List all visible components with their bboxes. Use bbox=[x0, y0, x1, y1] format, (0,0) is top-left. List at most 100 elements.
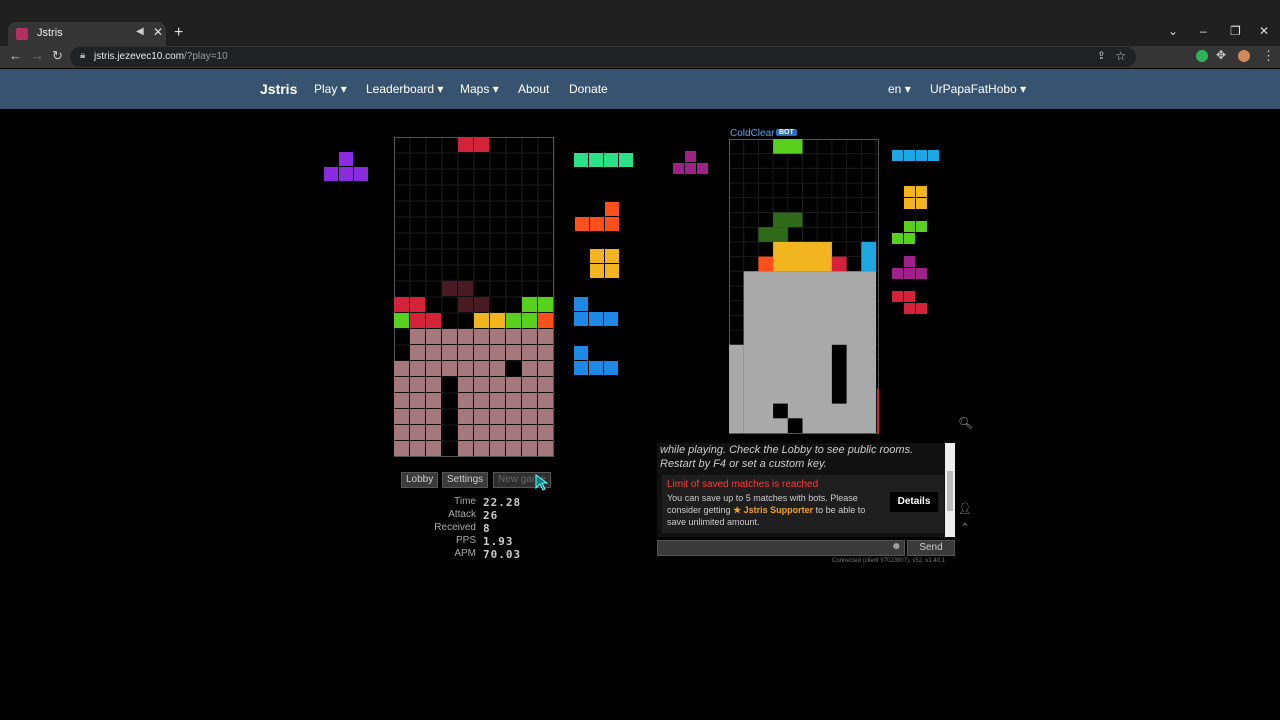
minimize-icon[interactable]: – bbox=[1200, 24, 1207, 38]
profile-avatar[interactable] bbox=[1238, 50, 1250, 62]
block bbox=[773, 241, 832, 272]
new-tab-icon[interactable]: + bbox=[174, 24, 183, 42]
bot-hold-piece bbox=[673, 151, 708, 174]
emoji-icon[interactable]: ☻ bbox=[891, 541, 902, 552]
nav-leaderboard-label: Leaderboard bbox=[366, 82, 435, 96]
mino-T bbox=[685, 151, 696, 162]
mino-S bbox=[892, 233, 903, 244]
mino-T bbox=[324, 167, 338, 181]
forward-icon[interactable]: → bbox=[31, 48, 44, 63]
nav-about[interactable]: About bbox=[518, 82, 549, 96]
caret-down-icon: ▾ bbox=[492, 82, 499, 96]
stat-label: APM bbox=[454, 548, 476, 559]
nav-user-menu[interactable]: UrPapaFatHobo ▾ bbox=[930, 82, 1026, 96]
back-icon[interactable]: ← bbox=[9, 48, 22, 63]
block bbox=[490, 313, 505, 328]
mino-J bbox=[589, 312, 603, 326]
site-brand[interactable]: Jstris bbox=[260, 81, 297, 97]
nav-leaderboard[interactable]: Leaderboard ▾ bbox=[366, 82, 443, 96]
nav-language[interactable]: en ▾ bbox=[888, 82, 911, 96]
mino-I bbox=[604, 153, 618, 167]
mino-O bbox=[916, 198, 927, 209]
mino-I bbox=[574, 153, 588, 167]
garbage-block bbox=[410, 345, 425, 360]
mino-T bbox=[892, 268, 903, 279]
scrollbar-thumb[interactable] bbox=[947, 471, 953, 511]
mino-Z bbox=[892, 291, 903, 302]
mino-T bbox=[697, 163, 708, 174]
nav-play-label: Play bbox=[314, 82, 338, 96]
stat-value: 1.93 bbox=[483, 535, 514, 548]
garbage-block bbox=[538, 361, 553, 376]
browser-menu-icon[interactable]: ⋮ bbox=[1262, 48, 1275, 64]
mino-O bbox=[916, 186, 927, 197]
bookmark-star-icon[interactable]: ☆ bbox=[1115, 49, 1126, 63]
nav-maps-label: Maps bbox=[460, 82, 490, 96]
chat-scrollbar[interactable] bbox=[945, 443, 955, 537]
settings-button[interactable]: Settings bbox=[442, 472, 489, 488]
garbage-block bbox=[474, 361, 489, 376]
garbage-block bbox=[426, 329, 441, 344]
garbage-block bbox=[506, 409, 521, 424]
stat-label: Time bbox=[454, 496, 476, 507]
address-bar[interactable]: 🔒︎ jstris.jezevec10.com/?play=10 ⇪ ☆ bbox=[70, 47, 1136, 67]
chat-input[interactable] bbox=[657, 540, 905, 556]
tab-search-icon[interactable]: ⌄ bbox=[1168, 24, 1178, 38]
mino-T bbox=[904, 256, 915, 267]
garbage-block bbox=[522, 425, 537, 440]
garbage-meter bbox=[877, 388, 879, 433]
garbage-block bbox=[426, 409, 441, 424]
garbage-block bbox=[522, 361, 537, 376]
supporter-link[interactable]: ★ Jstris Supporter bbox=[733, 505, 813, 515]
restore-icon[interactable]: ❐ bbox=[1230, 24, 1241, 38]
garbage-block bbox=[474, 393, 489, 408]
stat-time: Time 22.28 bbox=[420, 496, 530, 509]
speaker-icon[interactable]: ◀︎ bbox=[136, 26, 144, 37]
nav-play[interactable]: Play ▾ bbox=[314, 82, 347, 96]
block bbox=[426, 313, 441, 328]
garbage-block bbox=[426, 441, 441, 456]
mino-O bbox=[605, 249, 619, 263]
ghost-piece bbox=[458, 281, 473, 296]
player-stats: Time 22.28 Attack 26 Received 8 PPS 1.93 APM… bbox=[420, 496, 530, 561]
garbage-block bbox=[458, 329, 473, 344]
send-button[interactable]: Send bbox=[907, 540, 955, 556]
browser-tab[interactable]: Jstris ◀︎ ✕ bbox=[8, 22, 166, 46]
garbage-block bbox=[410, 425, 425, 440]
url-text: jstris.jezevec10.com/?play=10 bbox=[94, 51, 228, 62]
mino-J bbox=[589, 361, 603, 375]
garbage-block bbox=[410, 393, 425, 408]
mino-J bbox=[604, 312, 618, 326]
reload-icon[interactable]: ↻ bbox=[52, 48, 63, 64]
lobby-button[interactable]: Lobby bbox=[401, 472, 439, 488]
mino-Z bbox=[904, 303, 915, 314]
chat-message: while playing. Check the Lobby to see pu… bbox=[660, 444, 914, 470]
zoom-icon[interactable]: 🔍︎ bbox=[958, 416, 973, 430]
block bbox=[758, 256, 774, 272]
block bbox=[861, 241, 876, 272]
mino-T bbox=[339, 167, 353, 181]
player-next-queue bbox=[574, 153, 633, 375]
active-piece bbox=[474, 137, 489, 152]
extension-shield-icon[interactable] bbox=[1196, 50, 1208, 62]
garbage-block bbox=[538, 393, 553, 408]
tab-close-icon[interactable]: ✕ bbox=[153, 25, 163, 39]
garbage-block bbox=[394, 361, 409, 376]
nav-donate[interactable]: Donate bbox=[569, 82, 608, 96]
block bbox=[394, 313, 409, 328]
nav-maps[interactable]: Maps ▾ bbox=[460, 82, 499, 96]
extensions-puzzle-icon[interactable]: ✥ bbox=[1216, 48, 1226, 62]
garbage-block bbox=[458, 409, 473, 424]
garbage-block bbox=[490, 425, 505, 440]
connection-status: Connected (client 97023907), s52, v1.40.… bbox=[832, 558, 946, 564]
users-icon[interactable]: 👤︎ bbox=[958, 502, 972, 516]
garbage-block bbox=[458, 361, 473, 376]
chat-box: while playing. Check the Lobby to see pu… bbox=[657, 443, 954, 537]
jstris-favicon-icon bbox=[16, 28, 28, 40]
garbage-block bbox=[426, 377, 441, 392]
details-button[interactable]: Details bbox=[890, 492, 938, 512]
chevron-up-icon[interactable]: ⌃ bbox=[958, 521, 972, 535]
share-icon[interactable]: ⇪ bbox=[1097, 49, 1106, 62]
garbage-block bbox=[490, 345, 505, 360]
window-close-icon[interactable]: ✕ bbox=[1259, 24, 1269, 38]
